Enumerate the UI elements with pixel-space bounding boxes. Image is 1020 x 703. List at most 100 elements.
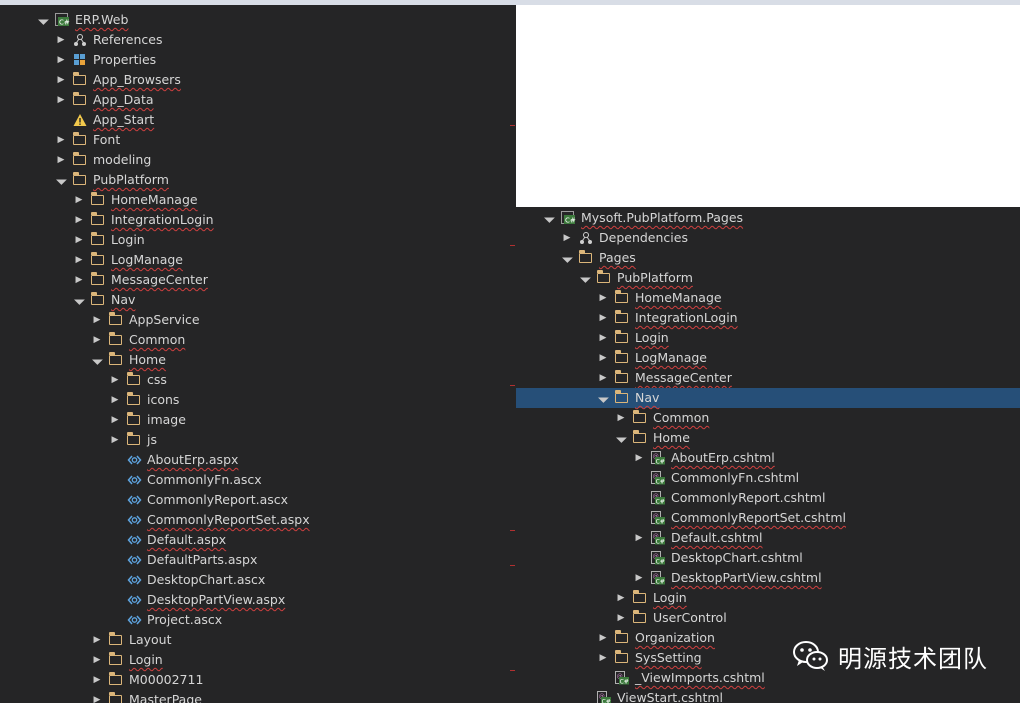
collapsed-arrow-icon[interactable]: ▶ [74, 190, 84, 210]
tree-item[interactable]: ◢ Pages [516, 248, 1020, 268]
collapsed-arrow-icon[interactable]: ▶ [110, 390, 120, 410]
collapsed-arrow-icon[interactable]: ▶ [110, 430, 120, 450]
collapsed-arrow-icon[interactable]: ▶ [92, 630, 102, 650]
tree-item[interactable]: ◢ Nav [0, 290, 516, 310]
tree-item[interactable]: ▶ UserControl [516, 608, 1020, 628]
collapsed-arrow-icon[interactable]: ▶ [92, 690, 102, 703]
collapsed-arrow-icon[interactable]: ▶ [616, 588, 626, 608]
tree-item[interactable]: ▶ image [0, 410, 516, 430]
collapsed-arrow-icon[interactable]: ▶ [598, 348, 608, 368]
collapsed-arrow-icon[interactable]: ▶ [56, 50, 66, 70]
tree-item[interactable]: ▶ M00002711 [0, 670, 516, 690]
expanded-arrow-icon[interactable]: ◢ [86, 349, 107, 370]
collapsed-arrow-icon[interactable]: ▶ [56, 150, 66, 170]
tree-item[interactable]: @ C# DesktopChart.cshtml [516, 548, 1020, 568]
tree-item[interactable]: CommonlyReport.ascx [0, 490, 516, 510]
collapsed-arrow-icon[interactable]: ▶ [110, 370, 120, 390]
collapsed-arrow-icon[interactable]: ▶ [92, 650, 102, 670]
tree-item[interactable]: ◢ PubPlatform [516, 268, 1020, 288]
tree-item[interactable]: ▶ @ C# DesktopPartView.cshtml [516, 568, 1020, 588]
tree-item[interactable]: ▶ Login [0, 230, 516, 250]
tree-item[interactable]: ▶ App_Browsers [0, 70, 516, 90]
tree-item[interactable]: @ C# CommonlyReportSet.cshtml [516, 508, 1020, 528]
tree-item[interactable]: ▶ App_Data [0, 90, 516, 110]
tree-item[interactable]: ▶ @ C# Default.cshtml [516, 528, 1020, 548]
collapsed-arrow-icon[interactable]: ▶ [56, 90, 66, 110]
tree-item[interactable]: App_Start [0, 110, 516, 130]
solution-explorer-right[interactable]: ◢ C# Mysoft.PubPlatform.Pages ▶ Dependencies… [516, 207, 1020, 703]
tree-item[interactable]: ▶ Login [516, 588, 1020, 608]
collapsed-arrow-icon[interactable]: ▶ [616, 608, 626, 628]
collapsed-arrow-icon[interactable]: ▶ [92, 670, 102, 690]
tree-item[interactable]: DefaultParts.aspx [0, 550, 516, 570]
tree-item[interactable]: ◢ PubPlatform [0, 170, 516, 190]
tree-item[interactable]: ▶ Font [0, 130, 516, 150]
tree-item[interactable]: ▶ MessageCenter [0, 270, 516, 290]
tree-item[interactable]: ▶ js [0, 430, 516, 450]
tree-item[interactable]: ◢ C# ERP.Web [0, 10, 516, 30]
collapsed-arrow-icon[interactable]: ▶ [598, 328, 608, 348]
tree-item[interactable]: ◢ C# Mysoft.PubPlatform.Pages [516, 208, 1020, 228]
expanded-arrow-icon[interactable]: ◢ [592, 387, 613, 408]
collapsed-arrow-icon[interactable]: ▶ [598, 628, 608, 648]
tree-item[interactable]: ▶ AppService [0, 310, 516, 330]
tree-item[interactable]: ◢ Home [0, 350, 516, 370]
collapsed-arrow-icon[interactable]: ▶ [74, 230, 84, 250]
collapsed-arrow-icon[interactable]: ▶ [634, 568, 644, 588]
collapsed-arrow-icon[interactable]: ▶ [74, 210, 84, 230]
tree-item[interactable]: ▶ MessageCenter [516, 368, 1020, 388]
tree-item[interactable]: ▶ Common [0, 330, 516, 350]
collapsed-arrow-icon[interactable]: ▶ [562, 228, 572, 248]
tree-item[interactable]: ▶ LogManage [0, 250, 516, 270]
tree-item[interactable]: ▶ modeling [0, 150, 516, 170]
tree-item[interactable]: DesktopPartView.aspx [0, 590, 516, 610]
collapsed-arrow-icon[interactable]: ▶ [634, 448, 644, 468]
solution-explorer-left[interactable]: ◢ C# ERP.Web ▶ References ▶ Properties ▶ App_Bro… [0, 5, 516, 703]
tree-item[interactable]: ▶ Common [516, 408, 1020, 428]
collapsed-arrow-icon[interactable]: ▶ [598, 368, 608, 388]
collapsed-arrow-icon[interactable]: ▶ [56, 70, 66, 90]
tree-item[interactable]: CommonlyReportSet.aspx [0, 510, 516, 530]
tree-item[interactable]: ▶ icons [0, 390, 516, 410]
collapsed-arrow-icon[interactable]: ▶ [56, 30, 66, 50]
tree-item[interactable]: ▶ MasterPage [0, 690, 516, 703]
tree-item[interactable]: ▶ Dependencies [516, 228, 1020, 248]
tree-item[interactable]: ▶ Login [0, 650, 516, 670]
tree-item[interactable]: ◢ Home [516, 428, 1020, 448]
collapsed-arrow-icon[interactable]: ▶ [74, 250, 84, 270]
tree-item[interactable]: ◢ Nav [516, 388, 1020, 408]
tree-item[interactable]: DesktopChart.ascx [0, 570, 516, 590]
tree-item[interactable]: ▶ IntegrationLogin [0, 210, 516, 230]
collapsed-arrow-icon[interactable]: ▶ [92, 310, 102, 330]
expanded-arrow-icon[interactable]: ◢ [556, 247, 577, 268]
collapsed-arrow-icon[interactable]: ▶ [110, 410, 120, 430]
tree-item[interactable]: @ C# ViewStart.cshtml [516, 688, 1020, 703]
collapsed-arrow-icon[interactable]: ▶ [634, 528, 644, 548]
expanded-arrow-icon[interactable]: ◢ [50, 169, 71, 190]
tree-item[interactable]: ▶ Properties [0, 50, 516, 70]
expanded-arrow-icon[interactable]: ◢ [610, 427, 631, 448]
tree-item[interactable]: CommonlyFn.ascx [0, 470, 516, 490]
collapsed-arrow-icon[interactable]: ▶ [74, 270, 84, 290]
expanded-arrow-icon[interactable]: ◢ [32, 9, 53, 30]
expanded-arrow-icon[interactable]: ◢ [574, 267, 595, 288]
collapsed-arrow-icon[interactable]: ▶ [598, 308, 608, 328]
expanded-arrow-icon[interactable]: ◢ [538, 207, 559, 228]
tree-item[interactable]: ▶ HomeManage [516, 288, 1020, 308]
tree-item[interactable]: ▶ css [0, 370, 516, 390]
tree-item[interactable]: ▶ Layout [0, 630, 516, 650]
tree-item[interactable]: ▶ HomeManage [0, 190, 516, 210]
tree-item[interactable]: ▶ IntegrationLogin [516, 308, 1020, 328]
tree-item[interactable]: ▶ LogManage [516, 348, 1020, 368]
tree-item[interactable]: @ C# CommonlyReport.cshtml [516, 488, 1020, 508]
collapsed-arrow-icon[interactable]: ▶ [616, 408, 626, 428]
tree-item[interactable]: Project.ascx [0, 610, 516, 630]
collapsed-arrow-icon[interactable]: ▶ [598, 288, 608, 308]
tree-item[interactable]: ▶ Login [516, 328, 1020, 348]
collapsed-arrow-icon[interactable]: ▶ [598, 648, 608, 668]
tree-item[interactable]: ▶ References [0, 30, 516, 50]
tree-item[interactable]: AboutErp.aspx [0, 450, 516, 470]
collapsed-arrow-icon[interactable]: ▶ [56, 130, 66, 150]
tree-item[interactable]: Default.aspx [0, 530, 516, 550]
tree-item[interactable]: ▶ @ C# AboutErp.cshtml [516, 448, 1020, 468]
